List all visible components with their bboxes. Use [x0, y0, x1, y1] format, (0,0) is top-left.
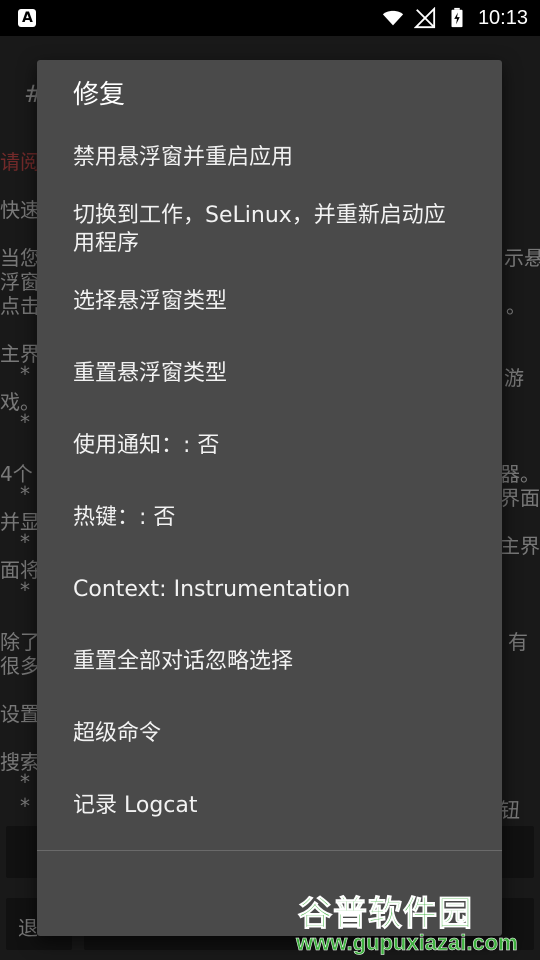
- dialog-title: 修复: [73, 80, 126, 110]
- menu-item-switch-work-selinux-restart[interactable]: 切换到工作，SeLinux，并重新启动应用程序: [73, 202, 463, 258]
- menu-item-context-instrumentation[interactable]: Context: Instrumentation: [73, 576, 473, 604]
- menu-item-use-notification[interactable]: 使用通知：: 否: [73, 432, 473, 460]
- screen: 10:13 # 请阅 快速 当您 浮窗 点击 主界 * 戏。 * 4个 * 并显…: [0, 0, 540, 960]
- battery-charging-icon: [451, 7, 463, 28]
- watermark-url: www.gupuxiazai.com: [296, 930, 518, 956]
- menu-item-record-logcat[interactable]: 记录 Logcat: [73, 792, 473, 820]
- repair-dialog: 修复 禁用悬浮窗并重启应用 切换到工作，SeLinux，并重新启动应用程序 选择…: [37, 60, 502, 936]
- app-notification-icon: [18, 9, 36, 27]
- menu-item-reset-overlay-type[interactable]: 重置悬浮窗类型: [73, 360, 473, 388]
- menu-item-super-command[interactable]: 超级命令: [73, 720, 473, 748]
- menu-item-choose-overlay-type[interactable]: 选择悬浮窗类型: [73, 288, 473, 316]
- wifi-icon: [382, 10, 404, 26]
- menu-item-disable-overlay-restart[interactable]: 禁用悬浮窗并重启应用: [73, 144, 473, 172]
- status-icons: 10:13: [382, 0, 528, 36]
- no-signal-icon: [413, 7, 436, 29]
- clock: 10:13: [477, 6, 528, 29]
- menu-item-hotkey[interactable]: 热键：: 否: [73, 504, 473, 532]
- menu-item-reset-dialog-ignores[interactable]: 重置全部对话忽略选择: [73, 648, 473, 676]
- status-bar: 10:13: [0, 0, 540, 36]
- dialog-divider: [37, 850, 502, 851]
- watermark: 谷普软件园 www.gupuxiazai.com: [296, 886, 536, 956]
- watermark-brand: 谷普软件园: [298, 894, 473, 935]
